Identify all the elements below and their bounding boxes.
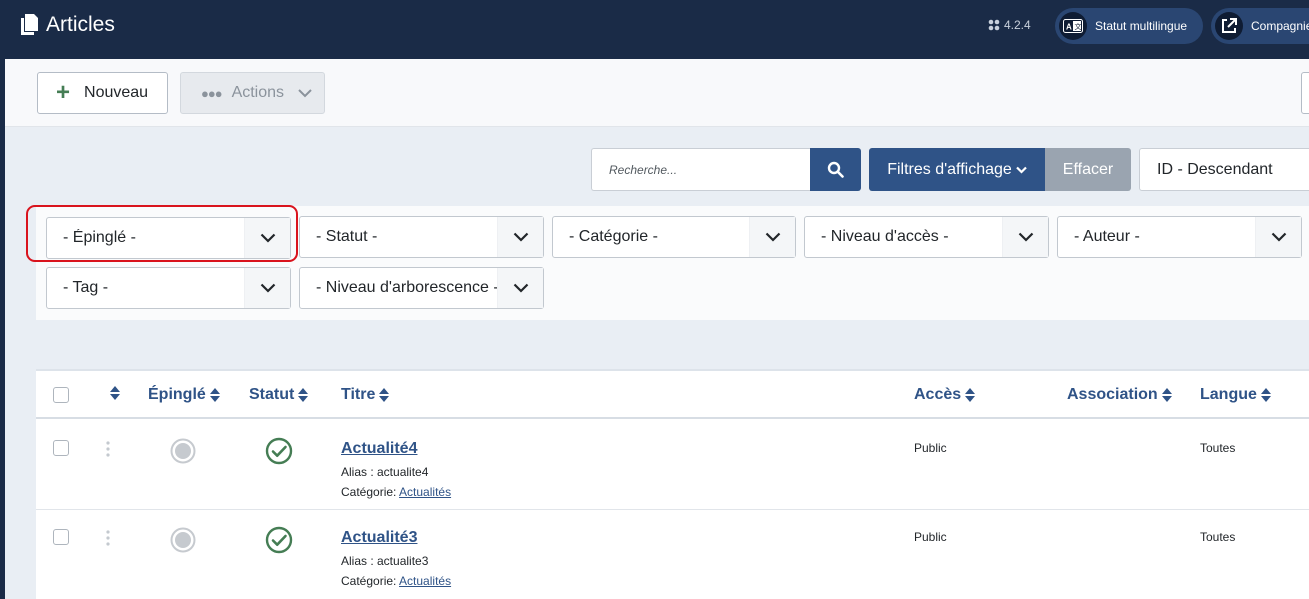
chevron-down-icon	[244, 268, 290, 308]
display-filters-label: Filtres d'affichage	[887, 160, 1012, 178]
tag-filter-select[interactable]: - Tag -	[46, 267, 291, 309]
title-column-header[interactable]: Titre	[341, 386, 390, 404]
company-site-label: Compagnie	[1251, 19, 1309, 33]
version-badge: 4.2.4	[988, 18, 1031, 32]
category-filter-value: - Catégorie -	[569, 228, 658, 245]
tree-level-filter-select[interactable]: - Niveau d'arborescence -	[299, 267, 544, 309]
new-button[interactable]: + Nouveau	[37, 72, 168, 114]
status-filter-value: - Statut -	[316, 228, 378, 245]
category-label: Catégorie:	[341, 485, 397, 499]
chevron-down-icon	[298, 88, 312, 97]
access-column-label: Accès	[914, 386, 962, 403]
ordering-sort-header[interactable]	[106, 386, 120, 400]
table-header: Épinglé Statut Titre Accès Association L…	[36, 371, 1309, 419]
sort-icon	[209, 388, 220, 402]
tag-filter-value: - Tag -	[63, 279, 109, 296]
page-title: Articles	[20, 13, 115, 37]
sort-icon	[110, 386, 120, 400]
multilingual-status-label: Statut multilingue	[1095, 19, 1188, 33]
article-access: Public	[914, 530, 947, 544]
language-column-label: Langue	[1200, 386, 1257, 403]
svg-text:文: 文	[1075, 22, 1082, 31]
drag-handle-icon[interactable]	[106, 441, 110, 462]
sort-icon	[1260, 388, 1271, 402]
chevron-down-icon	[1016, 166, 1027, 174]
access-level-filter-select[interactable]: - Niveau d'accès -	[804, 216, 1049, 258]
svg-text:A: A	[1066, 23, 1072, 32]
actions-dropdown-button[interactable]: ●●● Actions	[180, 72, 325, 114]
table-row: Actualité3 Alias : actualite3 Catégorie:…	[36, 511, 1309, 599]
sort-icon	[965, 388, 976, 402]
status-column-header[interactable]: Statut	[249, 386, 309, 404]
unpinned-icon[interactable]	[170, 438, 196, 469]
search-button[interactable]	[810, 148, 861, 191]
articles-table: Épinglé Statut Titre Accès Association L…	[36, 369, 1309, 599]
published-check-icon[interactable]	[265, 526, 293, 559]
category-label: Catégorie:	[341, 574, 397, 588]
pinned-column-header[interactable]: Épinglé	[148, 386, 220, 404]
author-filter-select[interactable]: - Auteur -	[1057, 216, 1302, 258]
chevron-down-icon	[1255, 217, 1301, 257]
display-filters-button[interactable]: Filtres d'affichage	[869, 148, 1045, 191]
sort-icon	[1161, 388, 1172, 402]
ordering-select[interactable]: ID - Descendant	[1139, 148, 1309, 191]
category-link[interactable]: Actualités	[399, 485, 451, 499]
page-title-text: Articles	[46, 13, 115, 36]
clear-button[interactable]: Effacer	[1045, 148, 1131, 191]
status-filter-select[interactable]: - Statut -	[299, 216, 544, 258]
article-language: Toutes	[1200, 441, 1236, 455]
author-filter-value: - Auteur -	[1074, 228, 1140, 245]
search-icon	[827, 161, 844, 178]
options-button[interactable]	[1301, 72, 1309, 114]
row-checkbox[interactable]	[53, 440, 69, 456]
new-button-label: Nouveau	[84, 84, 149, 101]
ellipsis-icon: ●●●	[201, 85, 223, 101]
table-row: Actualité4 Alias : actualite4 Catégorie:…	[36, 421, 1309, 510]
association-column-header[interactable]: Association	[1067, 386, 1172, 404]
actions-label: Actions	[231, 84, 285, 101]
unpinned-icon[interactable]	[170, 527, 196, 558]
article-language: Toutes	[1200, 530, 1236, 544]
chevron-down-icon	[497, 268, 543, 308]
sort-icon	[379, 388, 390, 402]
sidebar-strip	[0, 59, 5, 599]
access-level-filter-value: - Niveau d'accès -	[821, 228, 949, 245]
category-filter-select[interactable]: - Catégorie -	[552, 216, 796, 258]
pinned-column-label: Épinglé	[148, 386, 206, 403]
status-column-label: Statut	[249, 386, 295, 403]
search-input[interactable]: Recherche...	[591, 148, 811, 191]
external-link-icon	[1215, 12, 1243, 40]
published-check-icon[interactable]	[265, 437, 293, 470]
title-column-label: Titre	[341, 386, 376, 403]
access-column-header[interactable]: Accès	[914, 386, 976, 404]
association-column-label: Association	[1067, 386, 1158, 403]
article-alias: Alias : actualite4	[341, 465, 429, 479]
select-all-checkbox[interactable]	[53, 387, 69, 403]
tree-level-filter-value: - Niveau d'arborescence -	[316, 279, 498, 296]
chevron-down-icon	[497, 217, 543, 257]
sort-icon	[298, 388, 309, 402]
article-category: Catégorie: Actualités	[341, 574, 451, 588]
version-text: 4.2.4	[1004, 18, 1031, 32]
category-link[interactable]: Actualités	[399, 574, 451, 588]
articles-icon	[21, 14, 38, 35]
plus-icon: +	[56, 79, 71, 106]
article-title-link[interactable]: Actualité4	[341, 440, 417, 458]
article-access: Public	[914, 441, 947, 455]
chevron-down-icon	[1002, 217, 1048, 257]
article-title-link[interactable]: Actualité3	[341, 529, 417, 547]
article-category: Catégorie: Actualités	[341, 485, 451, 499]
joomla-icon	[988, 19, 1000, 31]
highlight-annotation	[26, 205, 298, 262]
article-alias: Alias : actualite3	[341, 554, 429, 568]
company-site-button[interactable]: Compagnie	[1211, 8, 1309, 44]
chevron-down-icon	[749, 217, 795, 257]
multilingual-status-button[interactable]: A 文 Statut multilingue	[1055, 8, 1203, 44]
language-column-header[interactable]: Langue	[1200, 386, 1271, 404]
language-icon: A 文	[1059, 12, 1087, 40]
drag-handle-icon[interactable]	[106, 530, 110, 551]
row-checkbox[interactable]	[53, 529, 69, 545]
